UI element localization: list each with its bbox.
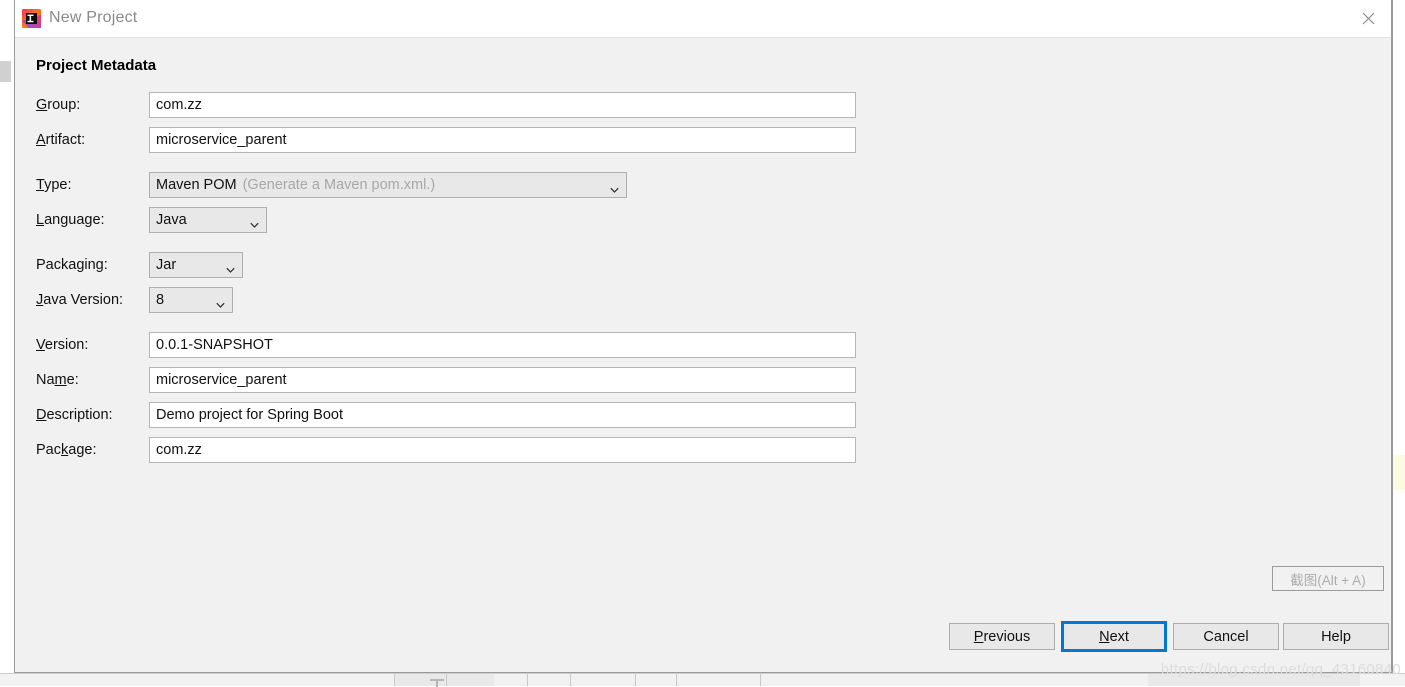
package-label: Package:: [36, 442, 97, 458]
field-row-package: Package: com.zz: [36, 437, 856, 463]
background-status-bar: [0, 673, 1405, 687]
previous-button-label: Previous: [973, 628, 1031, 645]
dialog-title: New Project: [49, 9, 138, 26]
background-left-tab: [0, 61, 11, 82]
cancel-button-label: Cancel: [1203, 628, 1249, 645]
chevron-down-icon: [250, 218, 259, 228]
type-label: Type:: [36, 177, 72, 193]
field-row-description: Description: Demo project for Spring Boo…: [36, 402, 856, 428]
packaging-label: Packaging:: [36, 257, 108, 273]
packaging-select-value: Jar: [156, 257, 177, 273]
dialog-button-bar: Previous Next Cancel Help: [15, 597, 1391, 672]
field-row-artifact: Artifact: microservice_parent: [36, 127, 856, 153]
field-row-language: Language: Java: [36, 207, 267, 233]
language-select-value: Java: [156, 212, 187, 228]
java-version-select[interactable]: 8: [149, 287, 233, 313]
field-row-name: Name: microservice_parent: [36, 367, 856, 393]
chevron-down-icon: [610, 183, 619, 193]
background-window-edge: [1392, 0, 1393, 686]
packaging-select[interactable]: Jar: [149, 252, 243, 278]
field-row-java-version: Java Version: 8: [36, 287, 233, 313]
next-button[interactable]: Next: [1061, 621, 1167, 652]
page-title: Project Metadata: [36, 57, 157, 74]
screenshot-tool-button[interactable]: 截图(Alt + A): [1272, 566, 1384, 591]
java-version-label: Java Version:: [36, 292, 124, 308]
help-button[interactable]: Help: [1283, 623, 1389, 650]
close-icon[interactable]: [1345, 0, 1391, 36]
group-label: Group:: [36, 97, 81, 113]
java-version-select-value: 8: [156, 292, 165, 308]
help-button-label: Help: [1321, 628, 1351, 645]
description-input[interactable]: Demo project for Spring Boot: [149, 402, 856, 428]
package-input[interactable]: com.zz: [149, 437, 856, 463]
cancel-button[interactable]: Cancel: [1173, 623, 1279, 650]
language-label: Language:: [36, 212, 105, 228]
new-project-dialog: New Project Project Metadata Group: com.…: [14, 0, 1392, 673]
type-select-value: Maven POM: [156, 177, 237, 193]
version-label: Version:: [36, 337, 89, 353]
previous-button[interactable]: Previous: [949, 623, 1055, 650]
name-input[interactable]: microservice_parent: [149, 367, 856, 393]
chevron-down-icon: [226, 263, 235, 273]
chevron-down-icon: [216, 298, 225, 308]
group-input[interactable]: com.zz: [149, 92, 856, 118]
field-row-type: Type: Maven POM (Generate a Maven pom.xm…: [36, 172, 627, 198]
type-select-hint: (Generate a Maven pom.xml.): [242, 177, 436, 193]
name-label: Name:: [36, 372, 79, 388]
intellij-idea-icon: [22, 9, 41, 28]
description-label: Description:: [36, 407, 113, 423]
artifact-input[interactable]: microservice_parent: [149, 127, 856, 153]
language-select[interactable]: Java: [149, 207, 267, 233]
background-right-notification: [1393, 455, 1405, 490]
dialog-title-bar: New Project: [15, 0, 1391, 38]
field-row-version: Version: 0.0.1-SNAPSHOT: [36, 332, 856, 358]
dialog-content: Project Metadata Group: com.zz Artifact:…: [15, 38, 1391, 636]
next-button-label: Next: [1099, 628, 1129, 645]
field-row-group: Group: com.zz: [36, 92, 856, 118]
field-row-packaging: Packaging: Jar: [36, 252, 243, 278]
artifact-label: Artifact:: [36, 132, 86, 148]
type-select[interactable]: Maven POM (Generate a Maven pom.xml.): [149, 172, 627, 198]
version-input[interactable]: 0.0.1-SNAPSHOT: [149, 332, 856, 358]
